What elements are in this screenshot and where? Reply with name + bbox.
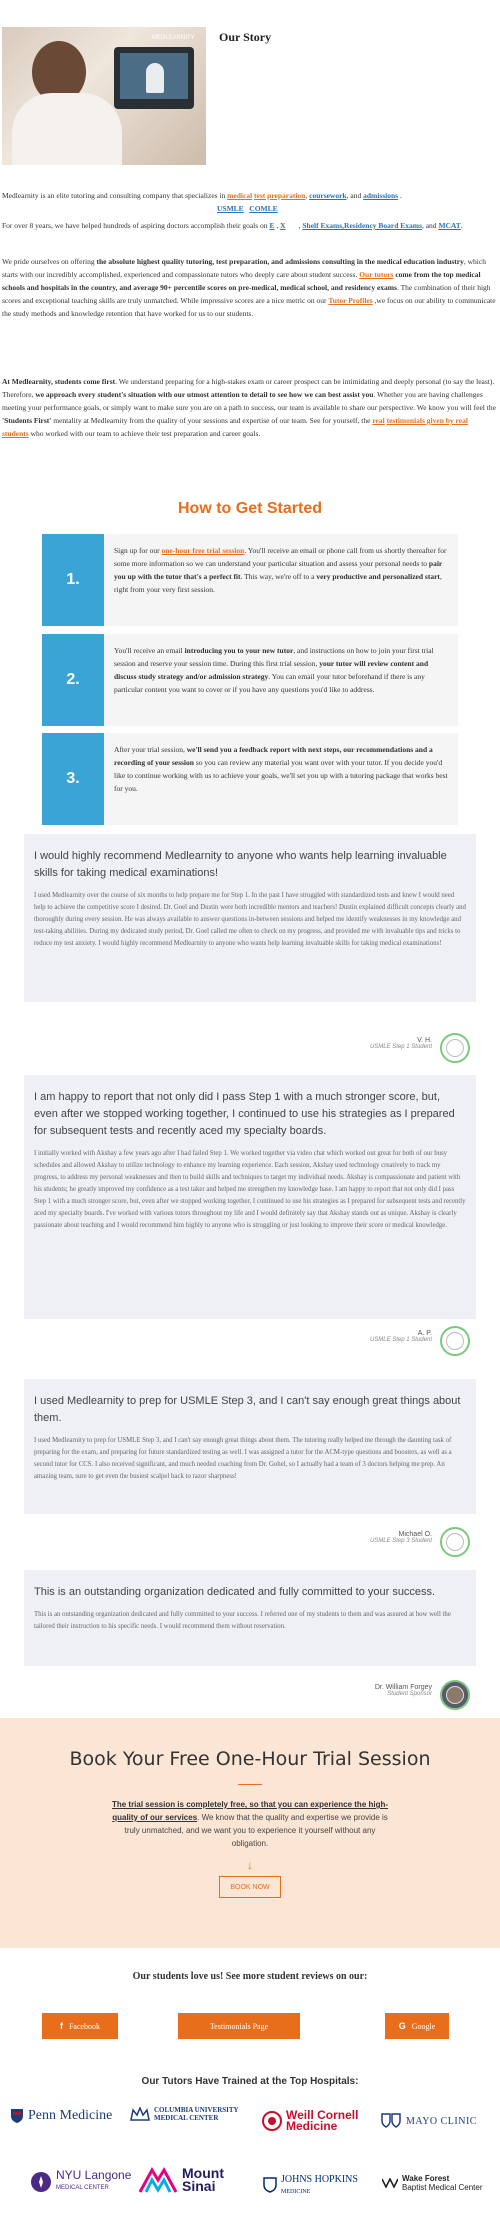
reviewer: Michael O. USMLE Step 3 Student [370, 1531, 432, 1544]
reviewer: V. H. USMLE Step 1 Student [370, 1037, 432, 1050]
testimonials-page-button[interactable]: Testimonials Page [178, 2013, 300, 2039]
review-headline: This is an outstanding organization dedi… [34, 1586, 436, 1598]
book-now-button[interactable]: BOOK NOW [219, 1876, 281, 1898]
mayo-clinic-logo: MAYO CLINIC [380, 2112, 477, 2130]
reviewer-role: USMLE Step 1 Student [369, 1337, 432, 1343]
comle-link[interactable]: COMLE [249, 204, 277, 213]
review-headline: I would highly recommend Medlearnity to … [34, 850, 447, 879]
reviewer-name: Michael O. [398, 1531, 432, 1538]
crown-icon [130, 2107, 150, 2121]
admissions-link[interactable]: admissions [363, 191, 398, 200]
trial-description: The trial session is completely free, so… [111, 1800, 389, 1848]
step-text: Sign up for our one-hour free trial sess… [114, 546, 447, 594]
our-tutors-link[interactable]: Our tutors [359, 270, 393, 279]
step-card: 2. You'll receive an email introducing y… [42, 634, 458, 726]
photo-watermark: MEDLEARNITY [152, 35, 195, 41]
mountain-icon [138, 2166, 178, 2193]
shield-icon [11, 2109, 23, 2123]
facebook-icon: f [59, 2021, 63, 2031]
review-card: I would highly recommend Medlearnity to … [24, 834, 476, 1002]
laptop-image [114, 47, 194, 109]
mount-sinai-logo: Mount Sinai [138, 2166, 224, 2194]
step-number: 1. [42, 534, 104, 626]
reviewer-role: USMLE Step 1 Student [369, 1044, 432, 1050]
reviewer: Dr. William Forgey Student Sponsor [375, 1684, 432, 1697]
step-text: You'll receive an email introducing you … [114, 646, 434, 694]
story-paragraph-2: For over 8 years, we have helped hundred… [2, 221, 463, 230]
medical-link[interactable]: medical [227, 191, 252, 200]
reviewer-name: A. P. [417, 1330, 432, 1337]
google-button[interactable]: G Google [385, 2013, 449, 2039]
mayo-shields-icon [381, 2113, 401, 2128]
review-card: I am happy to report that not only did I… [24, 1075, 476, 1319]
review-headline: I used Medlearnity to prep for USMLE Ste… [34, 1395, 461, 1424]
review-body: I used Medlearnity over the course of si… [34, 892, 466, 947]
step-number: 3. [42, 733, 104, 825]
reviewer-name: V. H. [417, 1037, 432, 1044]
torch-icon [31, 2171, 51, 2192]
johns-hopkins-logo: JOHNS HOPKINS MEDICINE [263, 2174, 358, 2196]
hospitals-title: Our Tutors Have Trained at the Top Hospi… [141, 2076, 359, 2087]
seal-icon [262, 2111, 282, 2131]
wf-mark-icon [382, 2178, 398, 2188]
mcat-link[interactable]: MCAT [438, 221, 460, 230]
review-headline: I am happy to report that not only did I… [34, 1091, 455, 1137]
weill-cornell-logo: Weill Cornell Medicine [262, 2109, 358, 2132]
review-body: This is an outstanding organization dedi… [34, 1611, 451, 1630]
penn-medicine-logo: Penn Medicine [10, 2108, 112, 2124]
story-paragraph-3: We pride ourselves on offering the absol… [2, 257, 496, 318]
avatar-icon [440, 1527, 470, 1557]
tutor-profiles-link[interactable]: Tutor Profiles [328, 296, 372, 305]
arrow-down-icon: ↓ [247, 1858, 253, 1872]
wake-forest-logo: Wake Forest Baptist Medical Center [382, 2174, 482, 2192]
reviewer: A. P. USMLE Step 1 Student [370, 1330, 432, 1343]
coursework-link[interactable]: coursework [309, 191, 347, 200]
review-body: I used Medlearnity to prep for USMLE Ste… [34, 1437, 452, 1480]
avatar-icon [440, 1326, 470, 1356]
trial-title: Book Your Free One-Hour Trial Session [69, 1748, 431, 1770]
review-card: This is an outstanding organization dedi… [24, 1570, 476, 1666]
story-photo: MEDLEARNITY [2, 27, 206, 165]
trial-section: Book Your Free One-Hour Trial Session Th… [0, 1718, 500, 1948]
nyu-langone-logo: NYU Langone MEDICAL CENTER [30, 2169, 131, 2193]
reviewer-name: Dr. William Forgey [374, 1684, 432, 1691]
review-body: I initially worked with Akshay a few yea… [34, 1150, 466, 1229]
google-icon: G [398, 2021, 406, 2031]
step-card: 3. After your trial session, we'll send … [42, 733, 458, 825]
step-text: After your trial session, we'll send you… [114, 745, 448, 793]
review-card: I used Medlearnity to prep for USMLE Ste… [24, 1379, 476, 1514]
columbia-logo: COLUMBIA UNIVERSITY MEDICAL CENTER [130, 2106, 239, 2122]
step-number: 2. [42, 634, 104, 726]
facebook-button[interactable]: f Facebook [42, 2013, 118, 2039]
shield-icon [263, 2177, 277, 2193]
how-to-get-started-title: How to Get Started [177, 500, 322, 517]
story-title: Our Story [219, 30, 272, 44]
shelf-exams-link[interactable]: Shelf Exams,Residency Board Exams [302, 221, 422, 230]
story-paragraph-1: Medlearnity is an elite tutoring and con… [2, 191, 402, 213]
step-card: 1. Sign up for our one-hour free trial s… [42, 534, 458, 626]
free-trial-link[interactable]: one-hour free trial session [162, 546, 245, 555]
reviews-title: Our students love us! See more student r… [132, 1971, 368, 1982]
usmle-link[interactable]: USMLE [217, 204, 244, 213]
avatar-icon [440, 1033, 470, 1063]
x-link[interactable]: X [280, 221, 285, 230]
test-prep-link[interactable]: test preparation [254, 191, 305, 200]
sponsor-photo [440, 1680, 470, 1710]
real-link[interactable]: real [372, 416, 384, 425]
e-link[interactable]: E [269, 221, 274, 230]
reviewer-role: USMLE Step 3 Student [369, 1538, 432, 1544]
reviewer-role: Student Sponsor [387, 1691, 432, 1697]
story-paragraph-4: At Medlearnity, students come first. We … [2, 377, 496, 438]
divider [238, 1784, 262, 1785]
